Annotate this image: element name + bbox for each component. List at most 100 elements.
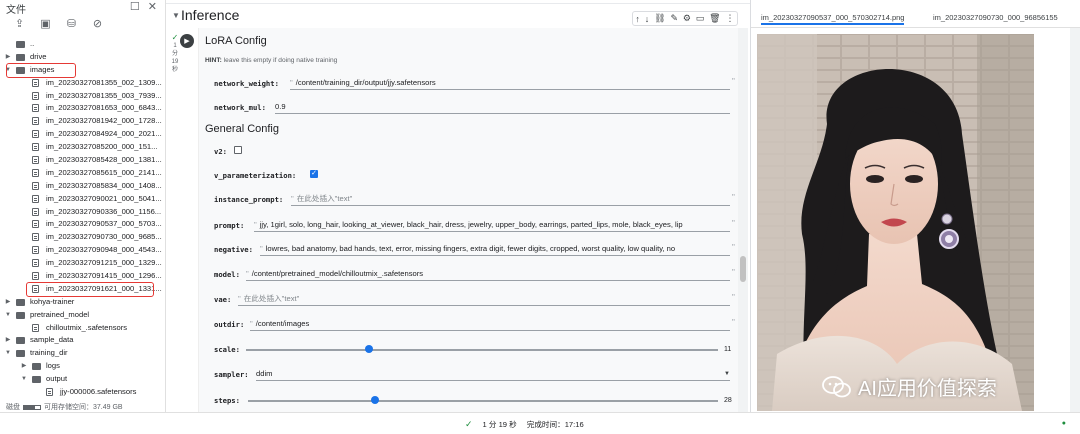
delete-icon[interactable]: 🗑 (709, 13, 720, 24)
file-item[interactable]: im_20230327081355_003_7939... (0, 90, 165, 103)
folder-icon (32, 376, 41, 384)
file-item[interactable]: im_20230327085428_000_1381... (0, 154, 165, 167)
instance-prompt-input[interactable]: " 在此处插入"text" (291, 193, 730, 206)
vae-input[interactable]: " 在此处插入"text" (238, 293, 730, 306)
chevron-right-icon[interactable]: ▶ (20, 360, 28, 373)
move-down-icon[interactable]: ↓ (645, 14, 650, 24)
negative-prompt-input[interactable]: " lowres, bad anatomy, bad hands, text, e… (260, 243, 730, 256)
mirror-cell-icon[interactable]: ▭ (696, 13, 705, 24)
file-icon (32, 323, 39, 332)
link-icon[interactable]: ⛓ (654, 13, 665, 24)
instance-prompt-field: instance_prompt: " 在此处插入"text" " (214, 193, 735, 206)
network-weight-field: network_weight: "/content/training_dir/o… (214, 77, 735, 90)
close-icon[interactable]: ✕ (148, 0, 157, 13)
tab-active-image[interactable]: im_20230327090537_000_570302714.png (761, 13, 905, 25)
image-viewer-panel: im_20230327090537_000_570302714.png im_2… (750, 0, 1080, 434)
move-up-icon[interactable]: ↑ (635, 14, 640, 24)
tree-item-label: im_20230327085428_000_1381... (46, 155, 162, 165)
file-item[interactable]: im_20230327090537_000_5703... (0, 218, 165, 231)
folder-item[interactable]: ▶ kohya-trainer (0, 296, 165, 309)
model-input[interactable]: "/content/pretrained_model/chilloutmix_.… (246, 268, 730, 281)
chevron-down-icon[interactable]: ▼ (4, 309, 12, 322)
tree-item-label: pretrained_model (30, 309, 90, 319)
file-item[interactable]: im_20230327081942_000_1728... (0, 115, 165, 128)
sampler-select[interactable]: ddim (256, 368, 730, 381)
file-icon (32, 91, 39, 100)
file-item[interactable]: im_20230327090336_000_1156... (0, 206, 165, 219)
file-item[interactable]: im_20230327085615_000_2141... (0, 167, 165, 180)
tree-item-label: training_dir (30, 348, 68, 358)
tree-item-label: im_20230327090537_000_5703... (46, 219, 162, 229)
file-item[interactable]: im_20230327090730_000_9685... (0, 231, 165, 244)
prompt-input[interactable]: " jjy, 1girl, solo, long_hair, looking_at… (254, 219, 730, 232)
outdir-input[interactable]: "/content/images (250, 318, 730, 331)
file-item[interactable]: im_20230327090021_000_5041... (0, 193, 165, 206)
chevron-down-icon[interactable]: ▼ (20, 373, 28, 386)
more-icon[interactable]: ⋮ (725, 13, 734, 24)
folder-item[interactable]: ▶ logs (0, 360, 165, 373)
folder-item[interactable]: ▼ training_dir (0, 347, 165, 360)
file-item[interactable]: jjy-000006.safetensors (0, 386, 165, 399)
folder-item[interactable]: ▶ drive (0, 51, 165, 64)
steps-slider-track[interactable] (248, 400, 718, 402)
scale-slider-handle[interactable] (364, 345, 373, 353)
settings-icon[interactable]: ⚙ (683, 13, 691, 24)
folder-icon (16, 298, 25, 306)
folder-icon (16, 41, 25, 48)
file-item[interactable]: im_20230327081355_002_1309... (0, 77, 165, 90)
mount-drive-icon[interactable]: ⛁ (64, 16, 79, 31)
folder-icon (16, 337, 25, 345)
tree-item-label: im_20230327090021_000_5041... (46, 193, 162, 203)
hide-files-icon[interactable]: ⊘ (90, 16, 105, 31)
folder-item[interactable]: ▼ output (0, 373, 165, 386)
viewer-scrollbar[interactable] (1070, 28, 1080, 412)
file-item[interactable]: im_20230327091415_000_1296... (0, 270, 165, 283)
scale-slider-track[interactable] (246, 349, 718, 351)
upload-file-icon[interactable]: ⇪ (12, 16, 27, 31)
general-config-heading: General Config (205, 123, 279, 135)
new-window-icon[interactable]: ☐ (130, 0, 140, 13)
run-cell-button[interactable]: ▶ (180, 34, 194, 48)
tree-item-label: im_20230327081942_000_1728... (46, 116, 162, 126)
scrollbar-thumb[interactable] (740, 256, 746, 282)
outdir-field: outdir: "/content/images " (214, 318, 735, 331)
file-icon (32, 207, 39, 216)
file-icon (32, 194, 39, 203)
comment-icon[interactable]: ✎ (670, 13, 678, 24)
file-icon (32, 104, 39, 113)
folder-icon (16, 53, 25, 61)
folder-item[interactable]: ▼ pretrained_model (0, 309, 165, 322)
file-item[interactable]: im_20230327085834_000_1408... (0, 180, 165, 193)
file-item[interactable]: im_20230327084924_000_2021... (0, 128, 165, 141)
file-panel-title: 文件 (6, 5, 26, 16)
new-folder-icon[interactable]: ▣ (38, 16, 53, 31)
network-weight-input[interactable]: "/content/training_dir/output/jjy.safete… (290, 77, 730, 90)
v2-checkbox[interactable] (234, 146, 242, 154)
section-collapse-icon[interactable]: ▼ (172, 11, 180, 20)
tree-item-label: im_20230327085200_000_151... (46, 142, 158, 152)
dropdown-arrow-icon[interactable]: ▼ (724, 371, 730, 377)
network-mul-input[interactable]: 0.9 (275, 101, 730, 114)
notebook-scrollbar[interactable] (738, 28, 748, 414)
file-item[interactable]: im_20230327085200_000_151... (0, 141, 165, 154)
hint-text: HINT: leave this empty if doing native t… (205, 57, 338, 64)
file-item[interactable]: chilloutmix_.safetensors (0, 322, 165, 335)
file-item[interactable]: im_20230327081653_000_6843... (0, 102, 165, 115)
steps-slider-handle[interactable] (370, 396, 379, 404)
file-item[interactable]: im_20230327091215_000_1329... (0, 257, 165, 270)
file-tree: .. ▶ drive ▼ images im_20230327081355_002_130… (0, 38, 165, 399)
chevron-right-icon[interactable]: ▶ (4, 296, 12, 309)
v-parameterization-checkbox[interactable]: ✓ (310, 170, 318, 178)
tab-other-image[interactable]: im_20230327090730_000_96856155 (933, 13, 1058, 22)
tree-item-label: chilloutmix_.safetensors (46, 322, 128, 332)
file-item[interactable]: im_20230327090948_000_4543... (0, 244, 165, 257)
tree-item-label: kohya-trainer (30, 296, 75, 306)
chevron-down-icon[interactable]: ▼ (4, 347, 12, 360)
tree-item-label: im_20230327091215_000_1329... (46, 258, 162, 268)
parent-folder-item[interactable]: .. (0, 38, 165, 51)
chevron-right-icon[interactable]: ▶ (4, 334, 12, 347)
chevron-right-icon[interactable]: ▶ (4, 51, 12, 64)
folder-item[interactable]: ▶ sample_data (0, 334, 165, 347)
status-completed-time: 完成时间：17:16 (526, 420, 584, 429)
tree-item-label: im_20230327085834_000_1408... (46, 180, 162, 190)
